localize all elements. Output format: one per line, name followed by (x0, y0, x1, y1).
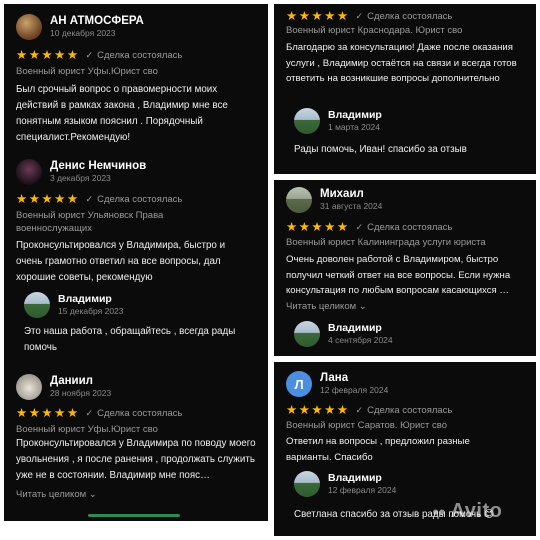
rating-row: ★★★★★ ✓ Сделка состоялась (286, 403, 452, 417)
response-date: 4 сентября 2024 (328, 335, 393, 345)
rating-row: ★★★★★ ✓ Сделка состоялась (16, 192, 182, 206)
review-category: Военный юрист Ульяновск Права военнослуж… (16, 210, 164, 234)
read-more-link[interactable]: Читать целиком ⌄ (16, 489, 97, 500)
review-author[interactable]: Лана (320, 372, 388, 385)
avatar[interactable] (16, 374, 42, 400)
review-category: Военный юрист Уфы.Юрист сво (16, 66, 158, 77)
deal-status: ✓ Сделка состоялась (355, 10, 453, 22)
star-rating: ★★★★★ (286, 9, 350, 23)
review-text: Ответил на вопросы , предложил разные ва… (286, 436, 470, 463)
check-icon: ✓ (355, 10, 364, 21)
avatar[interactable] (294, 108, 320, 134)
avatar[interactable]: Л (286, 371, 312, 397)
review-text: Очень доволен работой с Владимиром, быст… (286, 254, 511, 296)
review-category: Военный юрист Калининграда услуги юриста (286, 237, 486, 248)
avito-logo-icon: ●● (432, 504, 445, 519)
seller-response-header: Владимир 1 марта 2024 (294, 108, 382, 134)
response-text: Это наша работа , обращайтесь , всегда р… (24, 326, 236, 353)
review-author[interactable]: Михаил (320, 188, 382, 201)
check-icon: ✓ (85, 49, 94, 60)
left-review-panel: АН АТМОСФЕРА 10 декабря 2023 ★★★★★ ✓ Сдел… (4, 4, 268, 521)
review-date: 31 августа 2024 (320, 201, 383, 211)
review-category: Военный юрист Уфы.Юрист сво (16, 424, 158, 435)
review-header: Михаил 31 августа 2024 (286, 187, 382, 213)
avatar[interactable] (286, 187, 312, 213)
review-author[interactable]: АН АТМОСФЕРА (50, 15, 144, 28)
review-text: Проконсультировался у Владимира, быстро … (16, 240, 226, 283)
response-author[interactable]: Владимир (58, 293, 124, 306)
review-category: Военный юрист Краснодара. Юрист сво (286, 25, 463, 36)
review-author[interactable]: Денис Немчинов (50, 160, 146, 173)
response-date: 15 декабря 2023 (58, 306, 124, 316)
review-date: 3 декабря 2023 (50, 173, 111, 183)
star-rating: ★★★★★ (16, 406, 80, 420)
review-header: Л Лана 12 февраля 2024 (286, 371, 388, 397)
rating-row: ★★★★★ ✓ Сделка состоялась (16, 48, 182, 62)
response-date: 1 марта 2024 (328, 122, 380, 132)
review-text: Был срочный вопрос о правомерности моих … (16, 84, 228, 143)
deal-status: ✓ Сделка состоялась (355, 221, 453, 233)
response-author[interactable]: Владимир (328, 109, 382, 122)
star-rating: ★★★★★ (286, 403, 350, 417)
avatar[interactable] (16, 14, 42, 40)
top-right-review-panel: ★★★★★ ✓ Сделка состоялась Военный юрист К… (274, 4, 536, 174)
home-indicator (88, 514, 180, 517)
review-date: 10 декабря 2023 (50, 28, 116, 38)
avatar[interactable] (24, 292, 50, 318)
review-date: 12 февраля 2024 (320, 385, 389, 395)
deal-status: ✓ Сделка состоялась (85, 49, 183, 61)
review-header: АН АТМОСФЕРА 10 декабря 2023 (16, 14, 144, 40)
rating-row: ★★★★★ ✓ Сделка состоялась (286, 220, 452, 234)
review-category: Военный юрист Саратов. Юрист сво (286, 420, 447, 431)
deal-status: ✓ Сделка состоялась (85, 193, 183, 205)
read-more-link[interactable]: Читать целиком ⌄ (286, 301, 367, 312)
rating-row: ★★★★★ ✓ Сделка состоялась (16, 406, 182, 420)
star-rating: ★★★★★ (286, 220, 350, 234)
avatar[interactable] (294, 471, 320, 497)
avatar-letter: Л (294, 376, 304, 392)
review-header: Денис Немчинов 3 декабря 2023 (16, 159, 146, 185)
check-icon: ✓ (85, 193, 94, 204)
review-author[interactable]: Даниил (50, 375, 111, 388)
response-date: 12 февраля 2024 (328, 485, 397, 495)
response-author[interactable]: Владимир (328, 472, 396, 485)
deal-status: ✓ Сделка состоялась (85, 407, 183, 419)
mid-right-review-panel: Михаил 31 августа 2024 ★★★★★ ✓ Сделка сос… (274, 180, 536, 356)
seller-response-header: Владимир 12 февраля 2024 (294, 471, 396, 497)
seller-response-header: Владимир 4 сентября 2024 (294, 321, 393, 347)
seller-response-header: Владимир 15 декабря 2023 (24, 292, 124, 318)
review-text: Проконсультировался у Владимира по повод… (16, 438, 256, 481)
star-rating: ★★★★★ (16, 48, 80, 62)
check-icon: ✓ (355, 221, 364, 232)
review-text: Благодарю за консультацию! Даже после ок… (286, 42, 517, 84)
check-icon: ✓ (85, 407, 94, 418)
check-icon: ✓ (355, 404, 364, 415)
avito-watermark: ●● Avito (432, 500, 503, 523)
rating-row: ★★★★★ ✓ Сделка состоялась (286, 9, 452, 23)
response-author[interactable]: Владимир (328, 322, 393, 335)
avatar[interactable] (294, 321, 320, 347)
response-text: Рады помочь, Иван! спасибо за отзыв (294, 144, 467, 155)
star-rating: ★★★★★ (16, 192, 80, 206)
avatar[interactable] (16, 159, 42, 185)
deal-status: ✓ Сделка состоялась (355, 404, 453, 416)
review-header: Даниил 28 ноября 2023 (16, 374, 111, 400)
review-date: 28 ноября 2023 (50, 388, 112, 398)
